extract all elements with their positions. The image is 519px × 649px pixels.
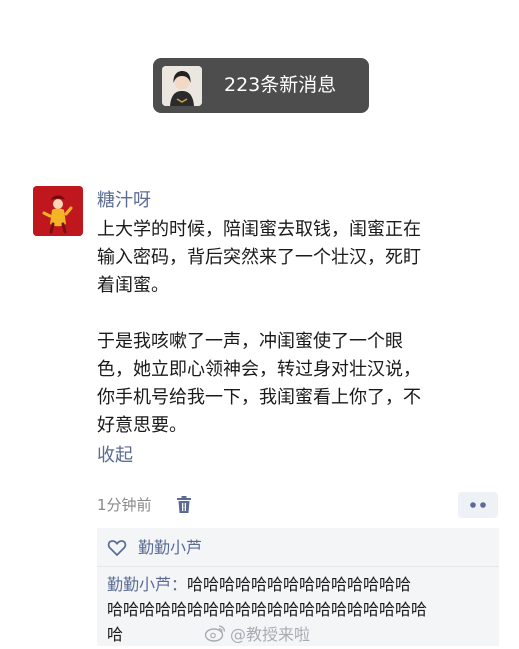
- liker-name[interactable]: 勤勤小芦: [138, 537, 202, 559]
- comment-divider: [97, 566, 499, 567]
- post-line: 你手机号给我一下，我闺蜜看上你了，不: [97, 387, 421, 408]
- character-avatar-icon[interactable]: [33, 186, 83, 236]
- post-username[interactable]: 糖汁呀: [97, 190, 151, 212]
- new-messages-notification[interactable]: 223条新消息: [153, 58, 369, 113]
- post-line: 着闺蜜。: [97, 275, 169, 296]
- post-body: 上大学的时候，陪闺蜜去取钱，闺蜜正在 输入密码，背后突然来了一个壮汉，死盯 着闺…: [97, 216, 497, 440]
- post-line: 于是我咳嗽了一声，冲闺蜜使了一个眼: [97, 331, 403, 352]
- weibo-watermark: @教授来啦: [204, 621, 310, 645]
- more-options-button[interactable]: [458, 492, 498, 518]
- weibo-logo-icon: [204, 625, 226, 642]
- new-messages-text: 223条新消息: [224, 74, 337, 96]
- post-line: 色，她立即心领神会，转过身对壮汉说，: [97, 359, 421, 380]
- comment-text: 哈哈哈哈哈哈哈哈哈哈哈哈哈哈: [187, 575, 412, 594]
- trash-icon[interactable]: [176, 496, 192, 514]
- post-timestamp: 1分钟前: [97, 496, 152, 514]
- likes-row: 勤勤小芦: [107, 536, 202, 560]
- more-dots-icon: [470, 502, 486, 508]
- comment-text: 哈哈哈哈哈哈哈哈哈哈哈哈哈哈哈哈哈哈哈哈: [107, 600, 428, 619]
- heart-icon[interactable]: [107, 538, 127, 558]
- collapse-link[interactable]: 收起: [97, 444, 133, 468]
- post-line: 输入密码，背后突然来了一个壮汉，死盯: [97, 247, 421, 268]
- person-avatar-icon: [162, 66, 202, 106]
- post-line: 好意思要。: [97, 415, 187, 436]
- watermark-text: @教授来啦: [230, 625, 311, 644]
- comment-author[interactable]: 勤勤小芦：: [107, 575, 187, 594]
- post-line: 上大学的时候，陪闺蜜去取钱，闺蜜正在: [97, 219, 421, 240]
